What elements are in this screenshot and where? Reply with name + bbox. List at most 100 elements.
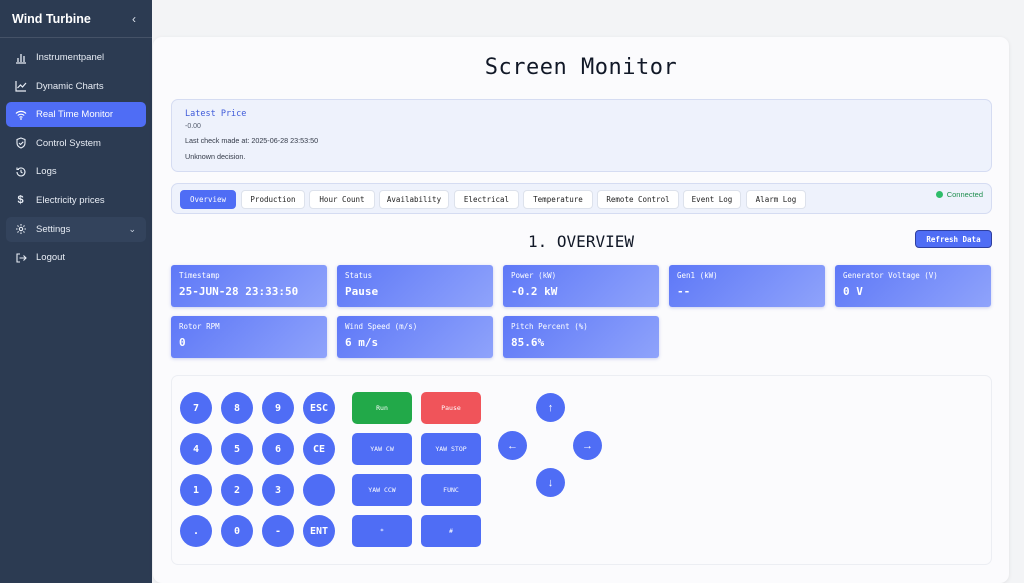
sidebar-header: Wind Turbine ‹	[0, 0, 152, 38]
metric-value: Pause	[345, 285, 379, 298]
star-button[interactable]: *	[352, 515, 412, 547]
latest-price-panel: Latest Price -0.00 Last check made at: 2…	[171, 99, 992, 172]
sidebar-item-label: Instrumentpanel	[36, 52, 105, 63]
key-5[interactable]: 5	[221, 433, 253, 465]
price-decision: Unknown decision.	[185, 152, 246, 161]
sidebar-item-label: Logs	[36, 166, 57, 178]
section-title: 1. OVERVIEW	[528, 232, 634, 251]
sidebar-item-label: Real Time Monitor	[36, 109, 114, 121]
refresh-data-button[interactable]: Refresh Data	[915, 230, 992, 248]
metric-card-rotor-rpm: Rotor RPM 0	[171, 316, 327, 358]
sidebar-item-dynamic-charts[interactable]: Dynamic Charts	[6, 74, 146, 99]
key-ce[interactable]: CE	[303, 433, 335, 465]
metric-card-pitch-percent: Pitch Percent (%) 85.6%	[503, 316, 659, 358]
tab-electrical[interactable]: Electrical	[454, 190, 519, 209]
tab-remote-control[interactable]: Remote Control	[597, 190, 679, 209]
key-blank[interactable]	[303, 474, 335, 506]
key-9[interactable]: 9	[262, 392, 294, 424]
sidebar-item-real-time-monitor[interactable]: Real Time Monitor	[6, 102, 146, 128]
key-minus[interactable]: -	[262, 515, 294, 547]
metric-card-status: Status Pause	[337, 265, 493, 307]
tab-temperature[interactable]: Temperature	[523, 190, 593, 209]
key-esc[interactable]: ESC	[303, 392, 335, 424]
metric-value: 85.6%	[511, 336, 545, 349]
key-7[interactable]: 7	[180, 392, 212, 424]
tab-bar: Overview Production Hour Count Availabil…	[171, 183, 992, 214]
dollar-icon: $	[17, 194, 24, 207]
metric-card-wind-speed: Wind Speed (m/s) 6 m/s	[337, 316, 493, 358]
key-2[interactable]: 2	[221, 474, 253, 506]
sidebar-item-label: Control System	[36, 137, 101, 149]
key-0[interactable]: 0	[221, 515, 253, 547]
arrow-right-icon[interactable]: →	[573, 431, 602, 460]
sidebar-item-label: Dynamic Charts	[36, 80, 104, 92]
connection-label: Connected	[946, 190, 983, 199]
metric-card-power: Power (kW) -0.2 kW	[503, 265, 659, 307]
yaw-cw-button[interactable]: YAW CW	[352, 433, 412, 465]
arrow-down-icon[interactable]: ↓	[536, 468, 565, 497]
pause-button[interactable]: Pause	[421, 392, 481, 424]
sidebar-item-electricity-prices[interactable]: $ Electricity prices	[6, 188, 146, 213]
wifi-icon	[14, 108, 27, 121]
sidebar-item-label: Settings	[36, 223, 71, 235]
metric-value: 0	[179, 336, 186, 349]
status-dot-icon	[935, 191, 943, 198]
price-title: Latest Price	[185, 109, 247, 119]
connection-status: Connected	[935, 190, 983, 199]
metric-label: Status	[345, 271, 373, 280]
app-title: Wind Turbine	[12, 11, 91, 26]
func-button[interactable]: FUNC	[421, 474, 481, 506]
sidebar-item-settings[interactable]: Settings ⌄	[6, 216, 146, 242]
sidebar-nav: Instrumentpanel Dynamic Charts Real Time…	[0, 38, 152, 270]
metric-value: 0 V	[843, 285, 863, 298]
tab-availability[interactable]: Availability	[379, 190, 449, 209]
sidebar-item-label: Electricity prices	[36, 194, 105, 206]
yaw-stop-button[interactable]: YAW STOP	[421, 433, 481, 465]
metric-label: Power (kW)	[511, 271, 557, 280]
arrow-up-icon[interactable]: ↑	[536, 393, 565, 422]
key-dot[interactable]: .	[180, 515, 212, 547]
metric-label: Generator Voltage (V)	[843, 271, 938, 280]
logout-icon	[14, 251, 27, 264]
metric-value: --	[677, 285, 691, 298]
logout-button[interactable]: Logout	[6, 245, 146, 270]
tab-hour-count[interactable]: Hour Count	[309, 190, 375, 209]
tab-event-log[interactable]: Event Log	[683, 190, 741, 209]
metric-value: 25-JUN-28 23:33:50	[179, 285, 299, 298]
key-enter[interactable]: ENT	[303, 515, 335, 547]
key-6[interactable]: 6	[262, 433, 294, 465]
collapse-icon[interactable]: ‹	[132, 12, 136, 26]
sidebar-item-logs[interactable]: Logs	[6, 159, 146, 184]
arrow-left-icon[interactable]: ←	[498, 431, 527, 460]
bar-chart-icon	[14, 51, 27, 64]
tab-alarm-log[interactable]: Alarm Log	[746, 190, 806, 209]
key-4[interactable]: 4	[180, 433, 212, 465]
metric-value: -0.2 kW	[511, 285, 558, 298]
tab-production[interactable]: Production	[241, 190, 305, 209]
yaw-ccw-button[interactable]: YAW CCW	[352, 474, 412, 506]
price-last-check: Last check made at: 2025-06-28 23:53:50	[185, 136, 319, 145]
sidebar: Wind Turbine ‹ Instrumentpanel Dynamic C…	[0, 0, 152, 583]
hash-button[interactable]: #	[421, 515, 481, 547]
tab-overview[interactable]: Overview	[180, 190, 236, 209]
sidebar-item-instrumentpanel[interactable]: Instrumentpanel	[6, 45, 146, 70]
key-3[interactable]: 3	[262, 474, 294, 506]
metric-card-generator-voltage: Generator Voltage (V) 0 V	[835, 265, 991, 307]
metric-label: Timestamp	[179, 271, 220, 280]
chevron-down-icon: ⌄	[128, 223, 136, 234]
line-chart-icon	[14, 80, 27, 93]
metric-value: 6 m/s	[345, 336, 379, 349]
shield-icon	[14, 137, 27, 150]
sidebar-item-control-system[interactable]: Control System	[6, 131, 146, 156]
metric-card-timestamp: Timestamp 25-JUN-28 23:33:50	[171, 265, 327, 307]
key-8[interactable]: 8	[221, 392, 253, 424]
main-panel: Screen Monitor Latest Price -0.00 Last c…	[153, 37, 1009, 583]
run-button[interactable]: Run	[352, 392, 412, 424]
metric-label: Rotor RPM	[179, 322, 220, 331]
metric-label: Pitch Percent (%)	[511, 322, 588, 331]
logout-label: Logout	[36, 252, 66, 264]
gear-icon	[14, 223, 27, 236]
metric-label: Gen1 (kW)	[677, 271, 718, 280]
price-value: -0.00	[185, 123, 201, 130]
key-1[interactable]: 1	[180, 474, 212, 506]
